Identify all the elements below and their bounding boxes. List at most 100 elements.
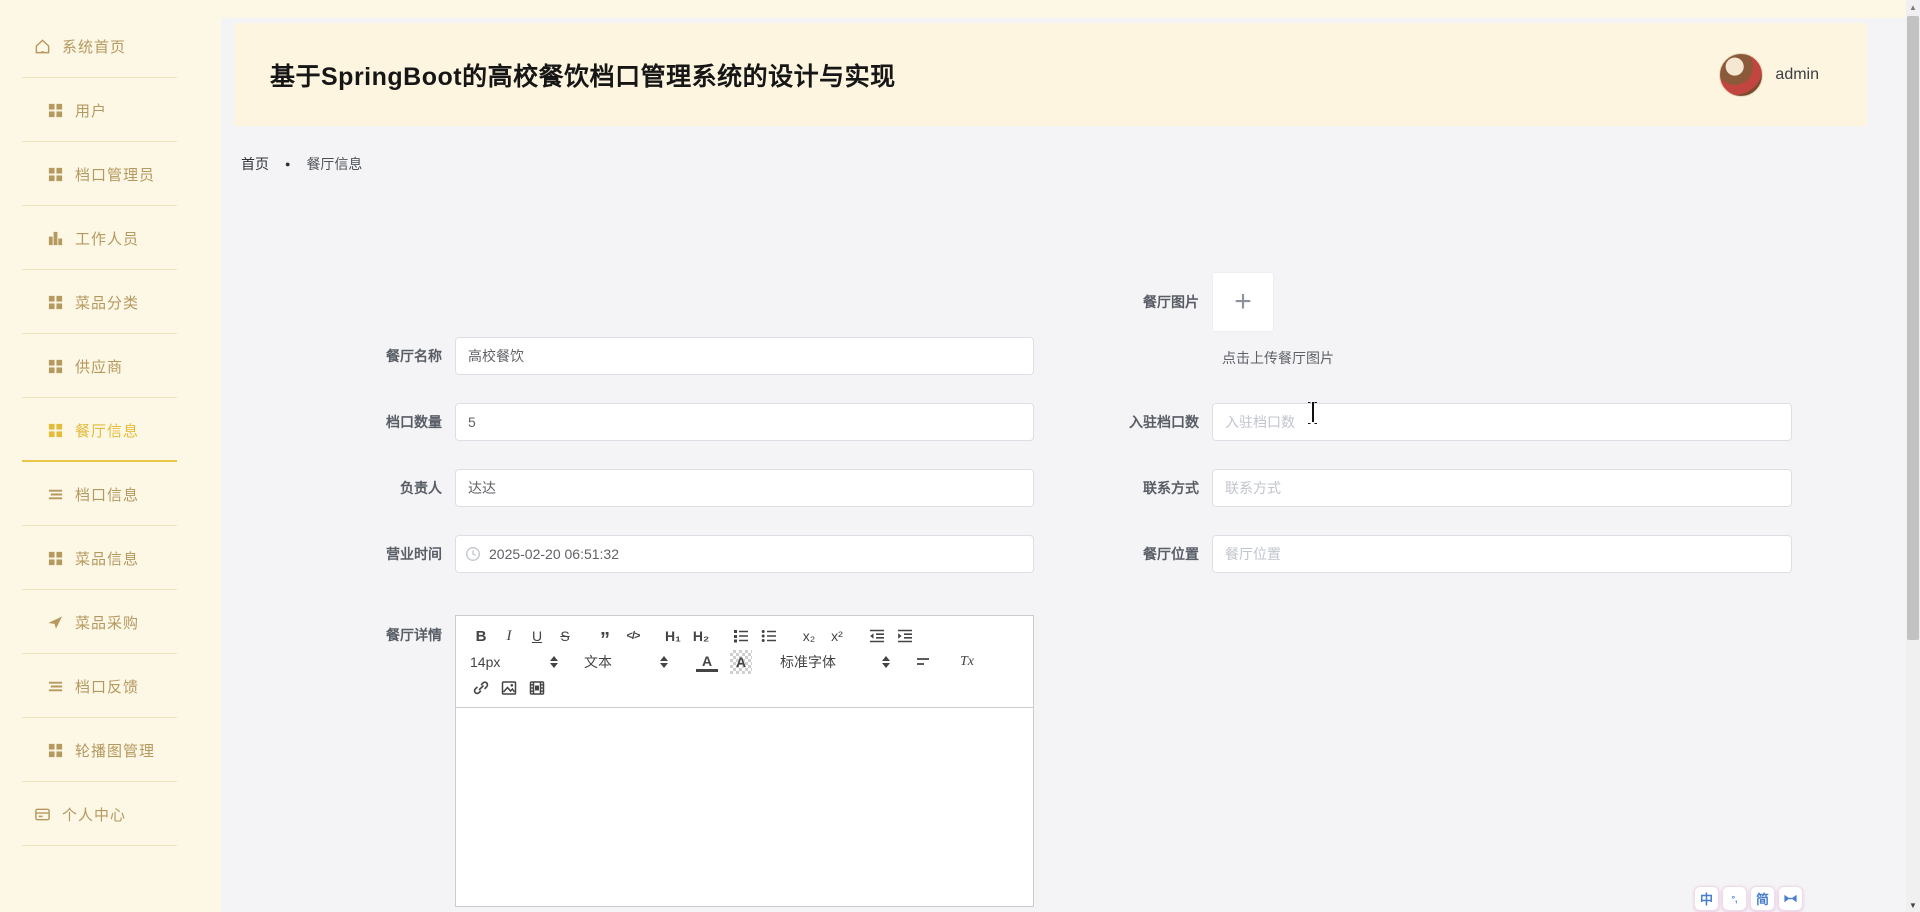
outdent-icon bbox=[868, 627, 886, 645]
manager-row: 负责人 bbox=[310, 469, 1034, 507]
font-size-select[interactable]: 14px bbox=[470, 654, 558, 670]
restaurant-name-input[interactable] bbox=[455, 337, 1034, 375]
scroll-up-icon[interactable]: ▲ bbox=[1906, 0, 1920, 14]
align-icon bbox=[914, 653, 932, 671]
contact-input[interactable] bbox=[1212, 469, 1792, 507]
bar-chart-icon bbox=[47, 230, 64, 247]
ordered-list-button[interactable] bbox=[730, 624, 752, 648]
grid-icon bbox=[47, 358, 64, 375]
field-label: 餐厅详情 bbox=[310, 615, 455, 645]
sidebar-item-staff[interactable]: 工作人员 bbox=[0, 206, 221, 270]
sidebar-item-label: 用户 bbox=[75, 100, 107, 121]
superscript-button[interactable]: x² bbox=[826, 624, 848, 648]
sidebar-item-users[interactable]: 用户 bbox=[0, 78, 221, 142]
breadcrumb-current: 餐厅信息 bbox=[306, 154, 362, 174]
editor-toolbar: B I U S ” </> H₁ H₂ x₂ x² bbox=[456, 616, 1033, 708]
indent-icon bbox=[896, 627, 914, 645]
breadcrumb-home[interactable]: 首页 bbox=[241, 154, 269, 174]
rich-text-editor: B I U S ” </> H₁ H₂ x₂ x² bbox=[455, 615, 1034, 907]
bullet-list-icon bbox=[760, 627, 778, 645]
field-label: 餐厅名称 bbox=[310, 346, 455, 366]
sidebar-item-label: 档口反馈 bbox=[75, 676, 139, 697]
vertical-scrollbar[interactable]: ▲ ▼ bbox=[1906, 0, 1920, 912]
sidebar: 系统首页 用户 档口管理员 工作人员 菜品分类 供应商 餐厅信息 档口信息 bbox=[0, 0, 221, 912]
grid-icon bbox=[47, 422, 64, 439]
sidebar-item-home[interactable]: 系统首页 bbox=[0, 14, 221, 78]
grid-icon bbox=[47, 102, 64, 119]
sidebar-item-supplier[interactable]: 供应商 bbox=[0, 334, 221, 398]
clear-format-button[interactable]: Tx bbox=[956, 650, 978, 674]
strikethrough-button[interactable]: S bbox=[554, 624, 576, 648]
underline-button[interactable]: U bbox=[526, 624, 548, 648]
sidebar-item-dish-category[interactable]: 菜品分类 bbox=[0, 270, 221, 334]
contact-row: 联系方式 bbox=[1060, 469, 1792, 507]
text-style-select[interactable]: 文本 bbox=[584, 652, 668, 672]
font-family-select[interactable]: 标准字体 bbox=[780, 652, 890, 672]
manager-input[interactable] bbox=[455, 469, 1034, 507]
italic-button[interactable]: I bbox=[498, 624, 520, 648]
heading1-button[interactable]: H₁ bbox=[662, 624, 684, 648]
sidebar-item-stall-info[interactable]: 档口信息 bbox=[0, 462, 221, 526]
header-band: 基于SpringBoot的高校餐饮档口管理系统的设计与实现 admin bbox=[234, 23, 1867, 126]
indent-button[interactable] bbox=[894, 624, 916, 648]
breadcrumb: 首页 ● 餐厅信息 bbox=[241, 154, 362, 174]
sidebar-item-restaurant-info[interactable]: 餐厅信息 bbox=[0, 398, 221, 462]
business-time-input[interactable] bbox=[455, 535, 1034, 573]
bold-button[interactable]: B bbox=[470, 624, 492, 648]
avatar[interactable] bbox=[1719, 53, 1763, 97]
sidebar-item-stall-feedback[interactable]: 档口反馈 bbox=[0, 654, 221, 718]
upload-hint: 点击上传餐厅图片 bbox=[1222, 348, 1334, 368]
image-icon bbox=[500, 679, 518, 697]
field-label: 联系方式 bbox=[1060, 478, 1212, 498]
highlight-color-button[interactable]: A bbox=[730, 650, 752, 674]
ordered-list-icon bbox=[732, 627, 750, 645]
text-color-button[interactable]: A bbox=[696, 652, 718, 672]
location-input[interactable] bbox=[1212, 535, 1792, 573]
bullet-list-button[interactable] bbox=[758, 624, 780, 648]
page-title: 基于SpringBoot的高校餐饮档口管理系统的设计与实现 bbox=[270, 57, 896, 93]
stall-count-input[interactable] bbox=[455, 403, 1034, 441]
image-button[interactable] bbox=[498, 676, 520, 700]
ime-toolbar: 中 °, 简 bbox=[1694, 886, 1803, 911]
field-label: 入驻档口数 bbox=[1060, 412, 1212, 432]
sidebar-item-label: 系统首页 bbox=[62, 36, 126, 57]
sidebar-item-dish-purchase[interactable]: 菜品采购 bbox=[0, 590, 221, 654]
editor-content-area[interactable] bbox=[456, 708, 1033, 906]
clock-icon bbox=[465, 546, 481, 562]
sidebar-item-stall-admin[interactable]: 档口管理员 bbox=[0, 142, 221, 206]
field-label: 营业时间 bbox=[310, 544, 455, 564]
subscript-button[interactable]: x₂ bbox=[798, 624, 820, 648]
outdent-button[interactable] bbox=[866, 624, 888, 648]
ime-simplified-button[interactable]: 简 bbox=[1750, 886, 1775, 911]
sidebar-item-label: 轮播图管理 bbox=[75, 740, 155, 761]
scrollbar-thumb[interactable] bbox=[1907, 16, 1919, 640]
grid-icon bbox=[47, 294, 64, 311]
occupied-stall-input[interactable] bbox=[1212, 403, 1792, 441]
business-time-row: 营业时间 bbox=[310, 535, 1034, 573]
sidebar-item-label: 档口信息 bbox=[75, 484, 139, 505]
image-upload-button[interactable]: + bbox=[1212, 272, 1274, 332]
code-block-button[interactable]: </> bbox=[622, 624, 644, 648]
align-button[interactable] bbox=[912, 650, 934, 674]
ime-language-button[interactable]: 中 bbox=[1694, 886, 1719, 911]
video-button[interactable] bbox=[526, 676, 548, 700]
breadcrumb-separator-icon: ● bbox=[285, 159, 290, 169]
sidebar-item-carousel[interactable]: 轮播图管理 bbox=[0, 718, 221, 782]
sidebar-item-label: 菜品分类 bbox=[75, 292, 139, 313]
plus-icon: + bbox=[1234, 287, 1252, 317]
ime-punctuation-button[interactable]: °, bbox=[1722, 886, 1747, 911]
select-arrows-icon bbox=[660, 656, 668, 668]
sidebar-item-label: 档口管理员 bbox=[75, 164, 155, 185]
ime-skin-button[interactable] bbox=[1778, 886, 1803, 911]
username: admin bbox=[1775, 66, 1819, 84]
heading2-button[interactable]: H₂ bbox=[690, 624, 712, 648]
link-button[interactable] bbox=[470, 676, 492, 700]
restaurant-image-row: 餐厅图片 + bbox=[1060, 272, 1792, 332]
sidebar-item-dish-info[interactable]: 菜品信息 bbox=[0, 526, 221, 590]
blockquote-button[interactable]: ” bbox=[594, 624, 616, 648]
sidebar-item-profile[interactable]: 个人中心 bbox=[0, 782, 221, 846]
home-icon bbox=[34, 38, 51, 55]
user-menu[interactable]: admin bbox=[1719, 53, 1819, 97]
scroll-down-icon[interactable]: ▼ bbox=[1906, 898, 1920, 912]
list-icon bbox=[47, 486, 64, 503]
